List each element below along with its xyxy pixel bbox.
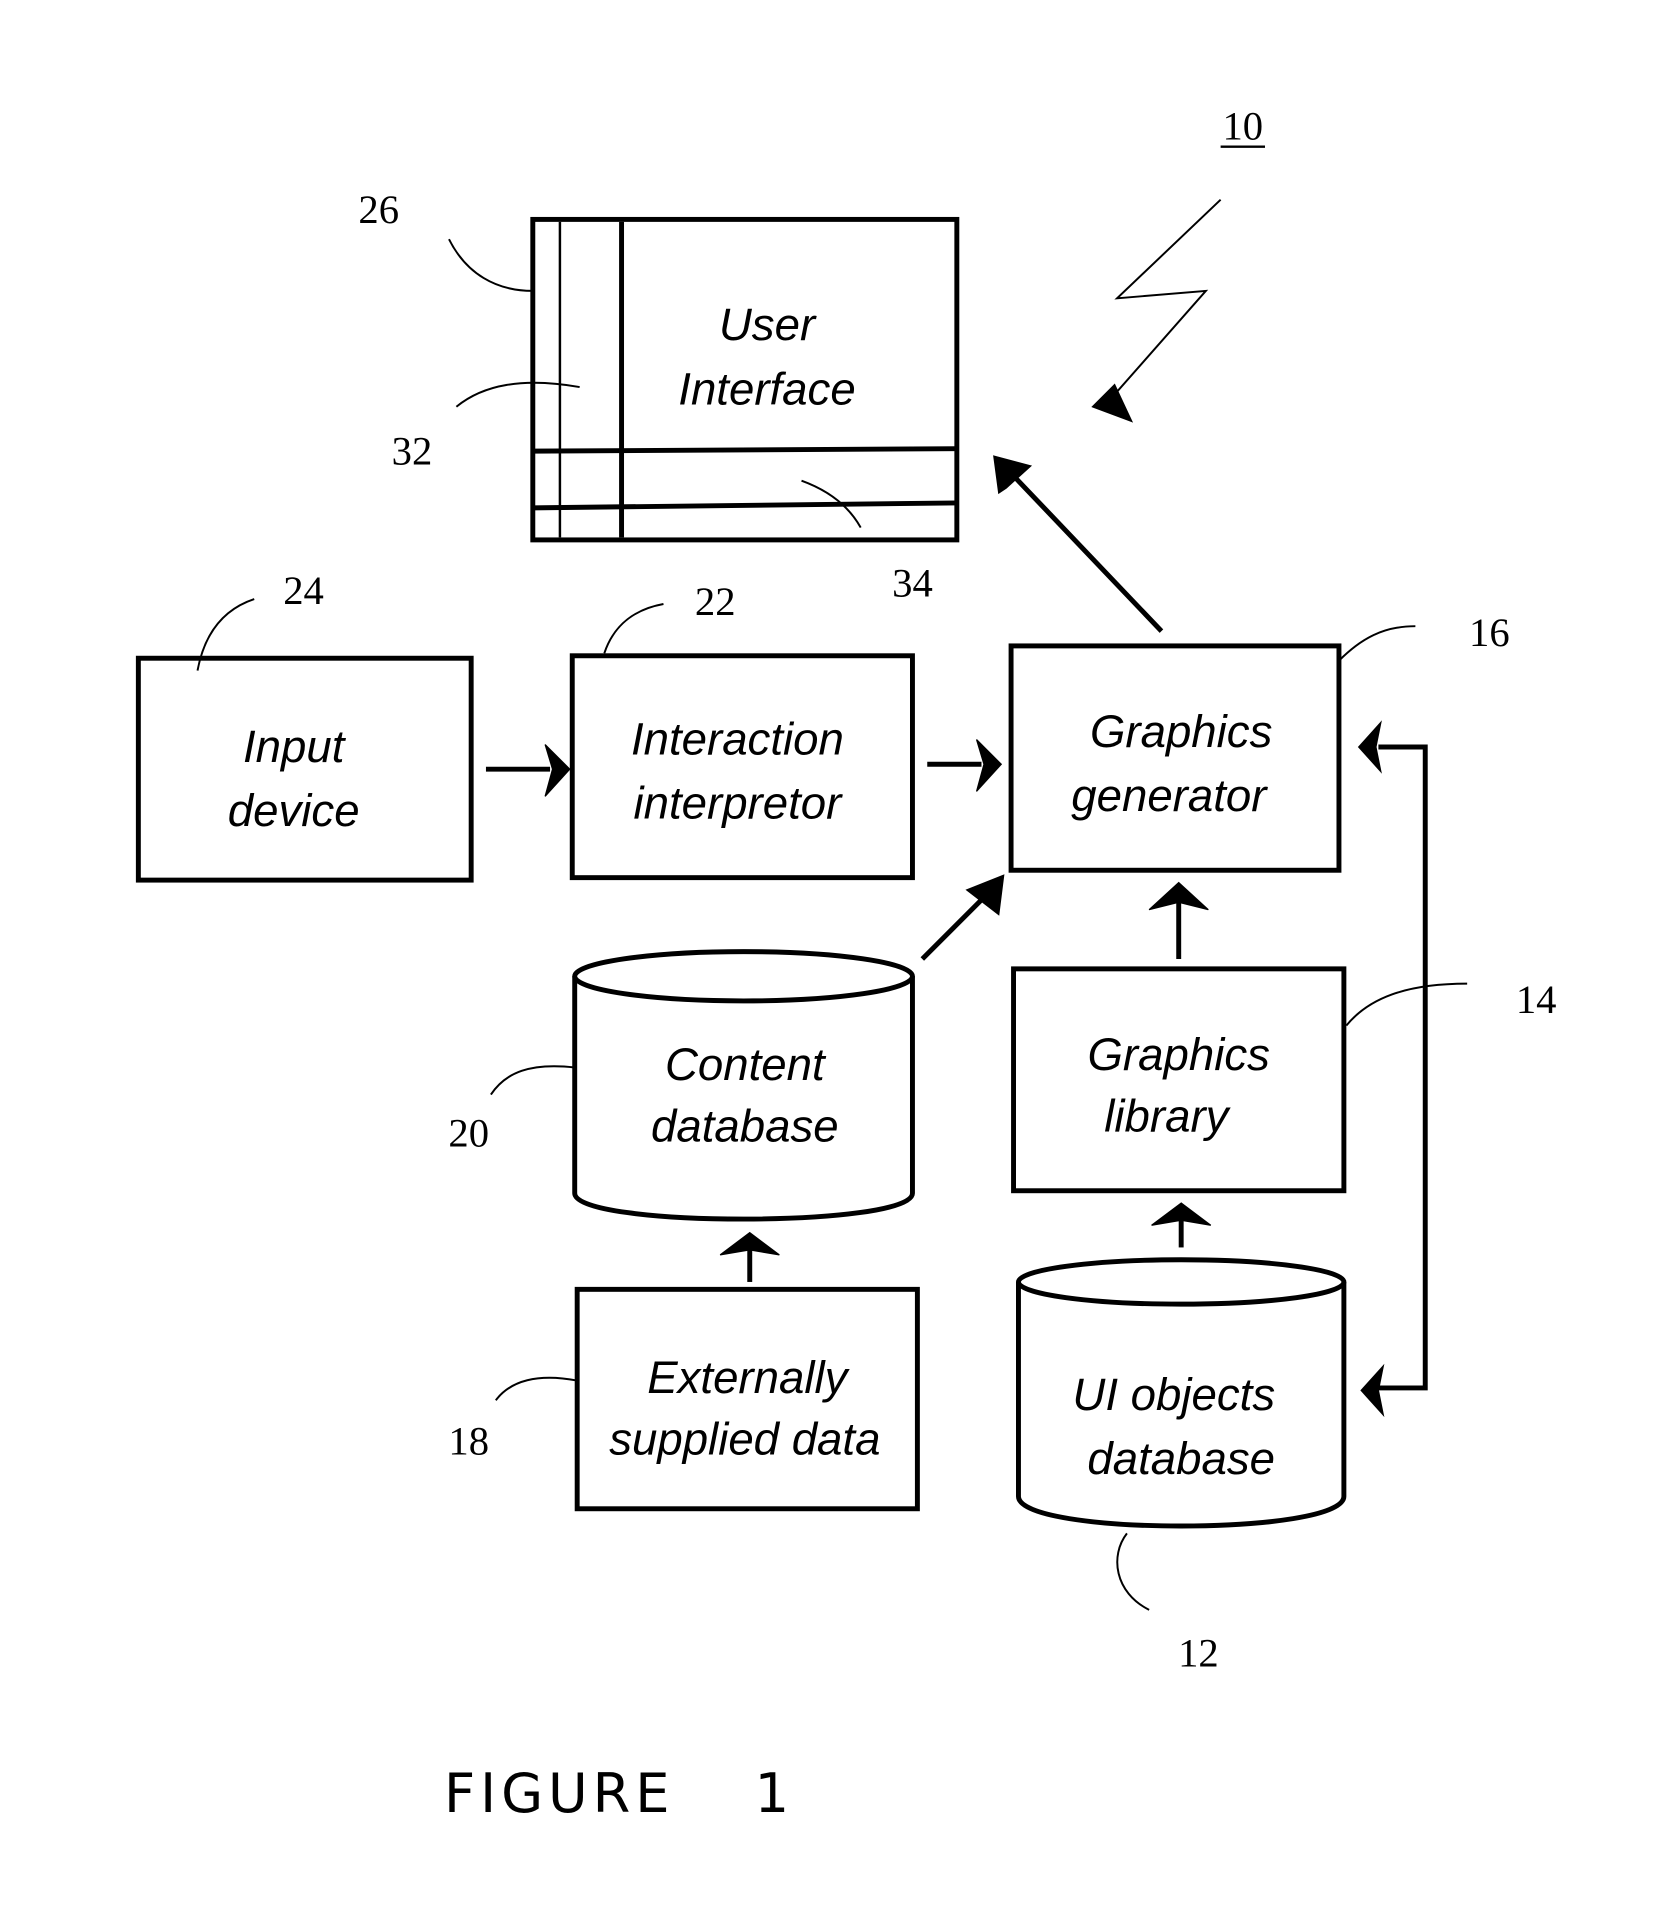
leader-12 [1116,1532,1150,1611]
system-reference: 10 [1091,103,1265,423]
interaction-interpreter-box [569,653,915,881]
graphics-generator-label-2: generator [1071,770,1268,821]
input-device-label-1: Input [243,721,347,772]
caption-number: 1 [755,1762,794,1825]
ui-panel-divider-1 [532,446,957,454]
ui-objects-database-label-2: database [1087,1433,1275,1484]
leader-26 [448,238,533,292]
arrowhead-left-icon [1357,720,1382,774]
figure-caption: FIGURE 1 [444,1762,794,1825]
ref-label-12: 12 [1178,1631,1219,1676]
ref-label-18: 18 [448,1419,489,1464]
leader-20 [490,1065,575,1096]
figure-canvas: 10 User Interface 26 32 34 Input device … [0,0,1677,1918]
ref-label-20: 20 [448,1110,489,1155]
leader-16 [1338,625,1416,662]
content-database-top [572,949,915,1004]
interaction-interpreter-label-1: Interaction [631,713,844,764]
leader-22 [603,603,664,654]
externally-supplied-data-label-1: Externally [647,1352,850,1403]
content-database-label-1: Content [665,1039,827,1090]
block-input-device: Input device 24 [135,568,474,883]
ui-objects-database-label-1: UI objects [1072,1369,1275,1420]
block-user-interface: User Interface 26 32 34 [358,187,960,606]
input-device-label-2: device [228,785,360,836]
user-interface-label-2: Interface [678,363,855,414]
block-content-database: Content database 20 [448,949,915,1222]
content-database-body [572,976,915,1222]
ref-label-16: 16 [1469,610,1510,655]
graphics-generator-box [1008,643,1342,873]
block-graphics-library: Graphics library 14 [1011,966,1557,1194]
block-interaction-interpreter: Interaction interpretor 22 [569,579,915,881]
ref-label-22: 22 [695,579,736,624]
user-interface-label-1: User [719,299,817,350]
leader-14 [1345,982,1468,1027]
ref-label-14: 14 [1516,977,1557,1022]
arrow-generator-to-ui [1011,474,1164,633]
content-database-label-2: database [651,1100,839,1151]
block-diagram: 10 User Interface 26 32 34 Input device … [135,103,1557,1825]
externally-supplied-data-label-2: supplied data [609,1414,880,1465]
leader-18 [495,1376,578,1401]
ref-label-26: 26 [358,187,399,232]
ref-label-32: 32 [392,429,433,474]
arrow-content-to-generator [920,893,989,961]
caption-word: FIGURE [444,1762,674,1825]
ui-objects-database-top [1016,1257,1347,1307]
graphics-library-label-2: library [1104,1091,1231,1142]
block-externally-supplied-data: Externally supplied data 18 [448,1286,920,1512]
block-ui-objects-database: UI objects database 12 [1016,1257,1347,1676]
interaction-interpreter-label-2: interpretor [634,777,844,828]
block-graphics-generator: Graphics generator 16 [1008,610,1510,873]
arrow-generator-uiobjects-bidirectional [1378,744,1428,1391]
zigzag-arrowhead-icon [1091,383,1134,423]
ref-label-34: 34 [892,561,933,606]
ref-label-24: 24 [283,568,324,613]
graphics-generator-label-1: Graphics [1090,706,1272,757]
zigzag-leader [1113,198,1222,396]
graphics-library-label-1: Graphics [1087,1029,1269,1080]
ref-label-10: 10 [1222,103,1263,148]
